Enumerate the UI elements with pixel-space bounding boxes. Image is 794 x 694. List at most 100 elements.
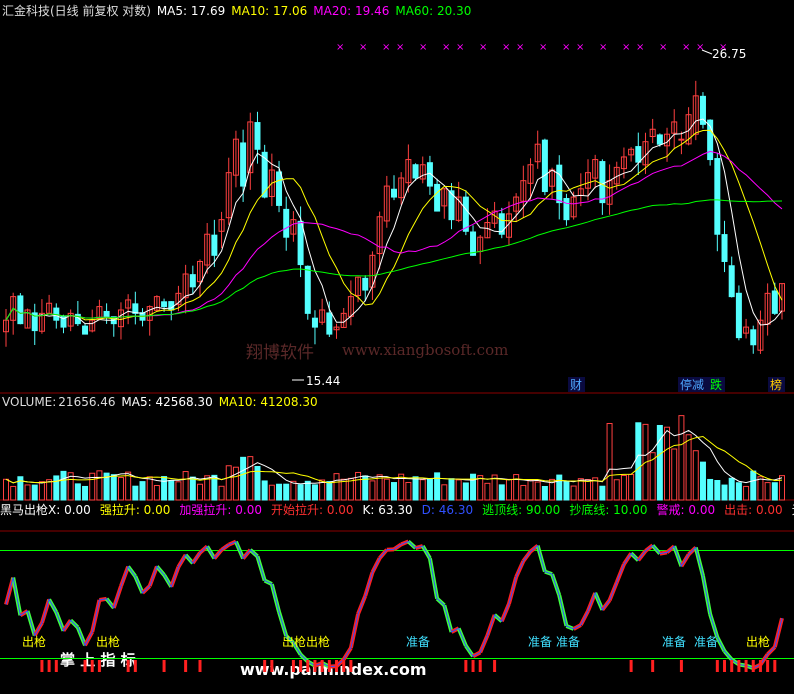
- candle-body: [211, 234, 218, 256]
- signal-bar: [162, 660, 166, 672]
- candle-body: [240, 142, 247, 187]
- volume-bar: [599, 485, 606, 501]
- signal-bar: [270, 660, 274, 672]
- top-marker: ×: [456, 42, 464, 53]
- signal-bar: [766, 660, 770, 672]
- volume-bar: [247, 456, 254, 501]
- signal-bar: [83, 660, 87, 672]
- candle-body: [563, 198, 570, 221]
- top-marker: ×: [382, 42, 390, 53]
- volume-bar: [383, 478, 390, 501]
- candle-body: [470, 231, 477, 256]
- signal-bar: [335, 660, 339, 672]
- high-price-label: 26.75: [712, 47, 746, 61]
- volume-bar: [527, 479, 534, 501]
- volume-bar: [297, 484, 304, 501]
- volume-bar: [225, 465, 232, 501]
- volume-bar: [276, 483, 283, 501]
- signal-bar: [133, 660, 137, 672]
- volume-bar: [577, 478, 584, 501]
- volume-bar: [333, 473, 340, 501]
- signal-bar: [40, 660, 44, 672]
- signal-bar: [313, 660, 317, 672]
- signal-label: 出枪: [746, 634, 770, 649]
- signal-bar: [493, 660, 497, 672]
- volume-bar: [340, 478, 347, 501]
- volume-bar: [391, 482, 397, 501]
- candle-body: [362, 277, 369, 291]
- volume-bar: [326, 481, 333, 501]
- volume-bar: [175, 481, 182, 501]
- volume-bar: [405, 481, 412, 501]
- signal-bar: [90, 660, 94, 672]
- volume-bar: [24, 484, 31, 501]
- candle-body: [326, 312, 333, 335]
- volume-bar: [117, 477, 124, 501]
- volume-bar: [347, 477, 354, 501]
- volume-bar: [10, 485, 17, 501]
- signal-bar: [184, 660, 188, 672]
- volume-bar: [664, 426, 671, 501]
- candle-body: [17, 295, 24, 325]
- candle-body: [750, 329, 757, 346]
- volume-bar: [38, 481, 45, 501]
- top-marker: ×: [359, 42, 367, 53]
- volume-bar: [477, 475, 484, 501]
- volume-bar: [74, 483, 81, 501]
- candle-body: [297, 220, 304, 266]
- signal-bar: [291, 660, 295, 672]
- top-marker: ×: [419, 42, 427, 53]
- candle-body: [82, 325, 89, 335]
- candle-body: [656, 134, 663, 145]
- signal-label: 出枪: [22, 634, 46, 649]
- volume-bar: [455, 479, 462, 501]
- signal-bar: [327, 660, 331, 672]
- signal-bar: [629, 660, 633, 672]
- volume-bar: [311, 484, 318, 501]
- top-marker: ×: [682, 42, 690, 53]
- signal-bar: [471, 660, 475, 672]
- signal-bar: [464, 660, 468, 672]
- candle-body: [304, 265, 311, 314]
- top-marker: ×: [622, 42, 630, 53]
- top-marker: ×: [576, 42, 584, 53]
- volume-bar: [441, 484, 448, 501]
- signal-bar: [715, 660, 719, 672]
- signal-bar: [737, 660, 741, 672]
- candle-body: [735, 292, 742, 339]
- volume-bar: [168, 480, 175, 501]
- signal-bar: [306, 660, 310, 672]
- volume-bar: [261, 480, 268, 501]
- volume-bar: [743, 485, 750, 501]
- candle-body: [189, 274, 196, 288]
- volume-bar: [31, 484, 38, 501]
- volume-bar: [96, 470, 103, 501]
- candle-body: [283, 208, 290, 238]
- volume-bar: [721, 484, 728, 501]
- signal-label: 准备: [406, 635, 430, 649]
- candle-body: [103, 310, 110, 318]
- volume-bar: [60, 470, 67, 501]
- volume-bar: [728, 477, 735, 501]
- volume-bar: [161, 476, 168, 501]
- candle-body: [462, 196, 469, 232]
- volume-bar: [556, 474, 563, 501]
- volume-bar: [434, 472, 441, 501]
- signal-label: 出枪出枪: [282, 634, 330, 649]
- top-marker: ×: [396, 42, 404, 53]
- event-tag: 榜: [770, 377, 782, 392]
- volume-bar: [232, 466, 239, 501]
- volume-bar: [290, 480, 297, 501]
- volume-bar: [182, 471, 189, 501]
- candle-body: [714, 158, 721, 235]
- volume-bar: [240, 456, 247, 501]
- candle-body: [276, 171, 283, 206]
- volume-bar: [505, 478, 512, 501]
- volume-bar: [707, 478, 714, 501]
- signal-bar: [744, 660, 748, 672]
- signal-bar: [349, 660, 353, 672]
- top-marker: ×: [442, 42, 450, 53]
- volume-bar: [197, 483, 203, 501]
- volume-bar: [462, 482, 469, 501]
- volume-bar: [735, 482, 742, 501]
